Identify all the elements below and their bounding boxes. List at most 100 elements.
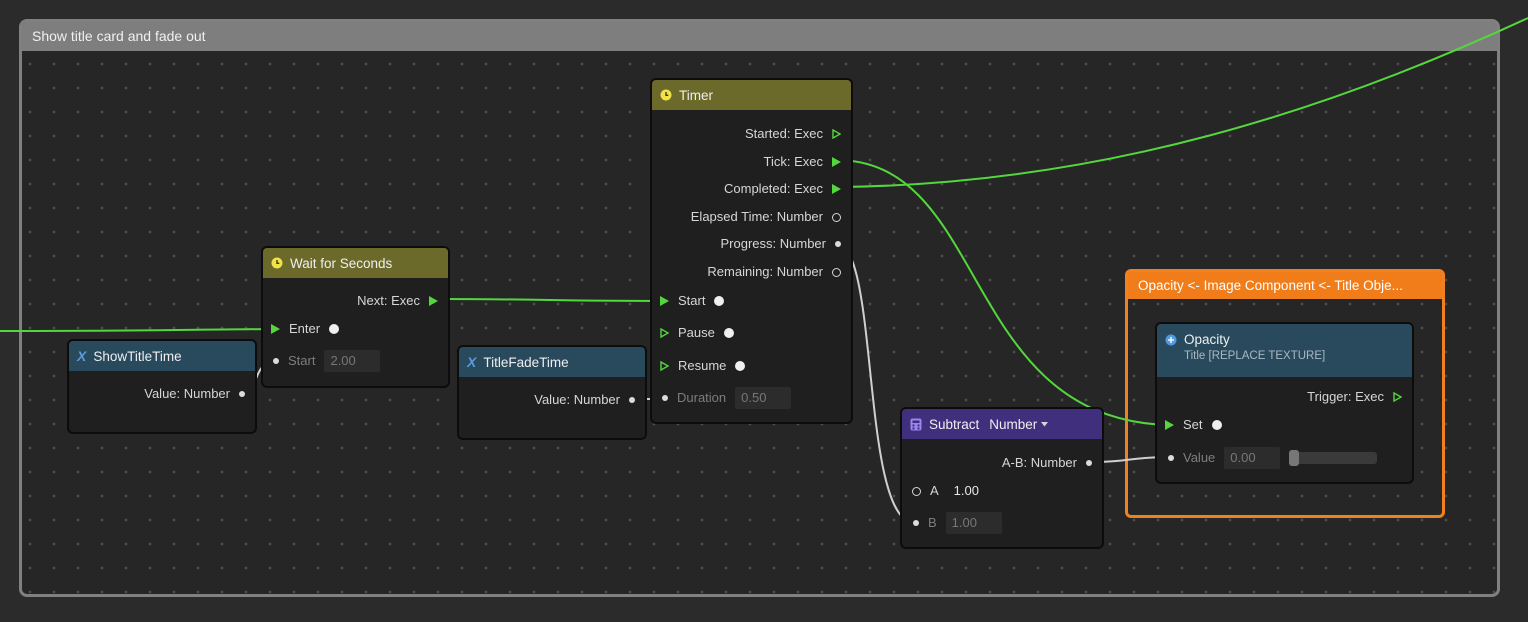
title-fade-time-header[interactable]: X TitleFadeTime [459,347,645,377]
title-fade-time-output: Value: Number [534,389,635,411]
timer-input-start: Start [660,290,725,312]
show-title-time-title: ShowTitleTime [93,348,182,364]
opacity-node[interactable]: Opacity Title [REPLACE TEXTURE] Trigger:… [1155,322,1414,484]
timer-node[interactable]: Timer Started: Exec Tick: Exec Completed… [650,78,853,424]
started-label: Started: Exec [744,126,823,141]
subtract-title: Subtract [929,416,980,432]
trigger-label: Trigger: Exec [1307,389,1384,404]
subtract-type-dropdown[interactable]: Number [989,416,1049,432]
exec-port-icon[interactable] [832,184,841,194]
opacity-header[interactable]: Opacity Title [REPLACE TEXTURE] [1157,324,1412,377]
subtract-input-a: A 1.00 [910,480,985,502]
exec-port-icon[interactable] [271,324,280,334]
calculator-icon [910,418,922,430]
b-label: B [928,515,937,530]
resume-label: Resume [678,358,727,373]
timer-input-duration: Duration 0.50 [660,387,792,409]
exec-port-icon[interactable] [832,157,841,167]
variable-icon: X [77,348,87,364]
start-label: Start [288,353,316,368]
group-title[interactable]: Show title card and fade out [22,22,1497,51]
number-port-icon[interactable] [832,267,841,277]
wait-header[interactable]: Wait for Seconds [263,248,448,278]
selection-group-title[interactable]: Opacity <- Image Component <- Title Obje… [1128,272,1442,299]
clock-icon [271,257,283,269]
number-port-icon[interactable] [912,486,921,496]
plus-circle-icon [1165,334,1177,345]
exec-port-outline-icon[interactable] [660,361,669,371]
subtract-node[interactable]: Subtract Number A-B: Number A 1.00 B 1.0… [900,407,1104,549]
start-seconds-input[interactable]: 2.00 [324,350,381,372]
wait-input-start: Start 2.00 [271,350,381,372]
wait-input-enter: Enter [271,318,340,340]
subtract-input-b: B 1.00 [910,512,1002,534]
number-port-connected-icon[interactable] [629,397,635,403]
title-fade-time-node[interactable]: X TitleFadeTime Value: Number [457,345,647,440]
title-fade-time-title: TitleFadeTime [483,354,569,370]
timer-header[interactable]: Timer [652,80,851,110]
timer-output-completed: Completed: Exec [724,178,841,200]
number-port-connected-icon[interactable] [1168,455,1174,461]
tick-label: Tick: Exec [763,154,823,169]
opacity-input-set: Set [1165,414,1222,436]
value-slider[interactable] [1289,450,1378,466]
clock-icon [660,89,672,101]
value-input[interactable]: 0.00 [1224,447,1281,469]
set-label: Set [1183,417,1203,432]
b-input[interactable]: 1.00 [945,512,1002,534]
value-label: Value: Number [534,392,620,407]
opacity-input-value: Value 0.00 [1165,447,1378,469]
number-port-connected-icon[interactable] [239,391,245,397]
next-label: Next: Exec [357,293,420,308]
number-port-icon[interactable] [832,212,841,222]
trigger-button[interactable] [1211,420,1222,430]
slider-handle[interactable] [1289,450,1300,466]
exec-port-outline-icon[interactable] [832,129,841,139]
subtract-header[interactable]: Subtract Number [902,409,1102,439]
trigger-button[interactable] [714,296,725,306]
number-port-connected-icon[interactable] [835,241,841,247]
value-label: Value: Number [144,386,230,401]
wait-title: Wait for Seconds [290,255,393,271]
exec-port-icon[interactable] [429,296,438,306]
show-title-time-header[interactable]: X ShowTitleTime [69,341,255,371]
timer-input-pause: Pause [660,322,734,344]
trigger-button[interactable] [735,361,746,371]
output-label: A-B: Number [1001,455,1077,470]
number-port-connected-icon[interactable] [913,520,919,526]
timer-title: Timer [679,87,713,103]
pause-label: Pause [678,325,715,340]
duration-input[interactable]: 0.50 [735,387,792,409]
timer-output-progress: Progress: Number [721,233,841,255]
timer-output-started: Started: Exec [745,123,841,145]
opacity-output-trigger: Trigger: Exec [1307,386,1402,408]
value-label: Value [1183,450,1216,465]
completed-label: Completed: Exec [724,181,823,196]
opacity-subtitle: Title [REPLACE TEXTURE] [1184,350,1326,362]
opacity-title: Opacity [1184,332,1230,347]
subtract-output: A-B: Number [1002,452,1092,474]
exec-port-outline-icon[interactable] [660,328,669,338]
number-port-connected-icon[interactable] [662,395,668,401]
number-port-connected-icon[interactable] [273,358,279,364]
number-port-connected-icon[interactable] [1086,460,1092,466]
type-value: Number [989,416,1038,432]
chevron-down-icon [1041,421,1049,426]
wait-output-next: Next: Exec [357,290,438,312]
a-input[interactable]: 1.00 [948,480,985,502]
timer-output-elapsed: Elapsed Time: Number [691,206,841,228]
progress-label: Progress: Number [720,236,826,251]
trigger-button[interactable] [723,328,734,338]
timer-output-tick: Tick: Exec [764,151,841,173]
wait-for-seconds-node[interactable]: Wait for Seconds Next: Exec Enter Start … [261,246,450,388]
exec-port-icon[interactable] [1165,420,1174,430]
show-title-time-node[interactable]: X ShowTitleTime Value: Number [67,339,257,434]
remaining-label: Remaining: Number [707,264,823,279]
variable-icon: X [467,354,477,370]
trigger-button[interactable] [329,324,340,334]
exec-port-outline-icon[interactable] [1393,392,1402,402]
exec-port-icon[interactable] [660,296,669,306]
enter-label: Enter [289,321,321,336]
duration-label: Duration [677,390,727,405]
timer-input-resume: Resume [660,355,746,377]
